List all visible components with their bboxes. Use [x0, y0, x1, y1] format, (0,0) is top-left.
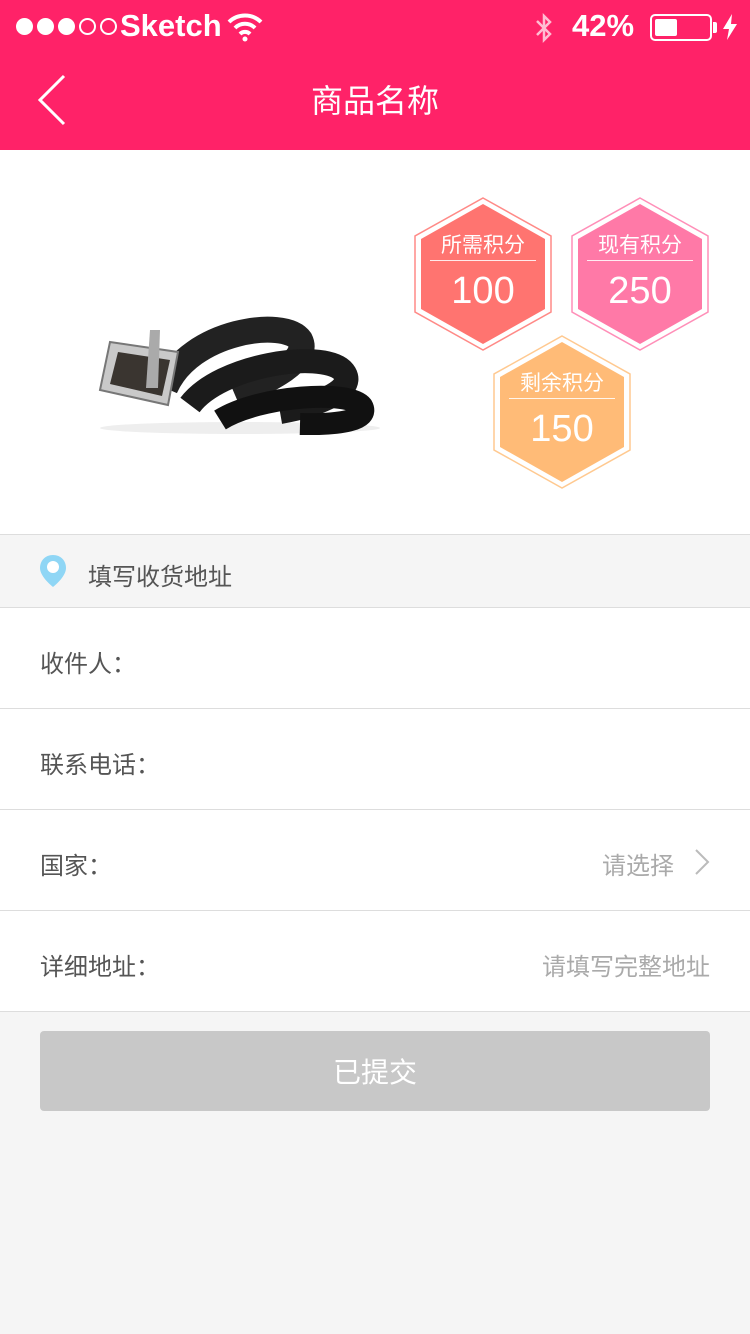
- address-form: 收件人： 联系电话： 国家： 请选择 详细地址： 请填写完整地址: [0, 608, 750, 1012]
- address-section-header: 填写收货地址: [0, 535, 750, 608]
- signal-dot: [58, 18, 75, 35]
- current-points-label: 现有积分: [598, 233, 682, 257]
- product-image: [70, 310, 380, 439]
- chevron-right-icon: [694, 848, 710, 880]
- address-placeholder: 请填写完整地址: [542, 953, 710, 981]
- recipient-label: 收件人：: [40, 650, 136, 678]
- remaining-points-badge: 剩余积分 150: [492, 334, 632, 490]
- divider: [509, 398, 615, 399]
- divider: [430, 260, 536, 261]
- carrier-name: Sketch: [120, 8, 222, 43]
- recipient-field[interactable]: 收件人：: [0, 608, 750, 709]
- phone-field[interactable]: 联系电话：: [0, 709, 750, 810]
- country-label: 国家：: [40, 852, 112, 880]
- status-bar: Sketch 42%: [0, 0, 750, 54]
- location-pin-icon: [38, 553, 68, 593]
- navigation-header: Sketch 42% 商品名称: [0, 0, 750, 150]
- battery-level-fill: [655, 19, 677, 36]
- submit-button[interactable]: 已提交: [40, 1031, 710, 1111]
- country-selector[interactable]: 国家： 请选择: [0, 810, 750, 911]
- battery-percentage: 42%: [572, 8, 635, 43]
- signal-strength: [16, 18, 117, 35]
- signal-dot: [79, 18, 96, 35]
- page-title: 商品名称: [310, 82, 439, 120]
- required-points-value: 100: [451, 270, 515, 312]
- charging-bolt-icon: [722, 14, 738, 44]
- country-placeholder: 请选择: [602, 852, 674, 880]
- required-points-label: 所需积分: [441, 233, 525, 257]
- address-label: 详细地址：: [40, 953, 160, 981]
- address-field[interactable]: 详细地址： 请填写完整地址: [0, 911, 750, 1012]
- signal-dot: [100, 18, 117, 35]
- address-section-title: 填写收货地址: [88, 563, 232, 591]
- remaining-points-label: 剩余积分: [520, 371, 604, 395]
- product-panel: 所需积分 100 现有积分 250 剩余积分 150: [0, 150, 750, 535]
- phone-label: 联系电话：: [40, 751, 160, 779]
- current-points-value: 250: [608, 270, 672, 312]
- signal-dot: [16, 18, 33, 35]
- current-points-badge: 现有积分 250: [570, 196, 710, 352]
- required-points-badge: 所需积分 100: [413, 196, 553, 352]
- remaining-points-value: 150: [530, 408, 594, 450]
- wifi-icon: [227, 12, 263, 46]
- signal-dot: [37, 18, 54, 35]
- divider: [587, 260, 693, 261]
- battery-icon: [650, 14, 712, 41]
- battery-tip: [713, 22, 717, 33]
- bluetooth-icon: [533, 12, 555, 48]
